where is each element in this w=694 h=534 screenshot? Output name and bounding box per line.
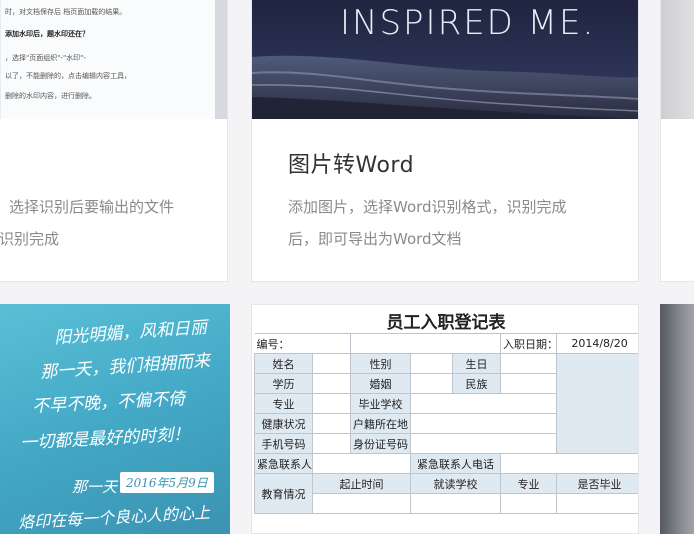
card-thumbnail-document: 时，对文档保存后 档页面加载的结果。 添加水印后，题水印还在？ ，选择"页面组织… xyxy=(0,0,227,119)
table-cell: 健康状况 xyxy=(254,413,313,434)
table-cell: 身份证号码 xyxy=(350,433,411,454)
table-cell: 教育情况 xyxy=(254,473,313,514)
form-title: 员工入职登记表 xyxy=(386,313,506,333)
doc-text-line: ，选择"页面组织"-"水印"- xyxy=(5,54,86,62)
card-registration-form[interactable]: 员工入职登记表 编号： 入职日期： 2014/8/20 姓名 性别 生日 学历 … xyxy=(251,304,639,534)
handwriting-bottom-line: 烙印在每一个良心人的心上 xyxy=(17,502,211,533)
document-sidebar xyxy=(215,0,227,119)
table-cell: 民族 xyxy=(451,373,502,394)
table-row: 紧急联系人 紧急联系人电话 xyxy=(254,453,638,474)
table-cell xyxy=(500,353,558,374)
table-row: 编号： 入职日期： 2014/8/20 xyxy=(254,333,638,354)
image-caption-text: INSPIRED ME. xyxy=(340,3,596,43)
table-cell: 户籍所在地 xyxy=(350,413,411,434)
handwriting-line: 阳光明媚，风和日丽 xyxy=(53,317,208,349)
table-cell: 生日 xyxy=(451,353,502,374)
table-cell xyxy=(312,373,351,394)
table-cell xyxy=(312,433,351,454)
card-description: 选择识别后要输出的文件 xyxy=(9,191,227,223)
table-cell: 学历 xyxy=(254,373,313,394)
table-cell: 专业 xyxy=(254,393,313,414)
table-cell: 专业 xyxy=(500,473,558,494)
table-cell: 编号： xyxy=(254,333,351,354)
table-cell xyxy=(312,453,411,474)
table-row: 教育情况 起止时间 就读学校 专业 是否毕业 xyxy=(254,473,638,514)
card-image-to-word[interactable]: INSPIRED ME. 图片转Word 添加图片，选择Word识别格式，识别完… xyxy=(251,0,639,282)
card-description: 识别完成 xyxy=(0,223,227,255)
table-cell: 是否毕业 xyxy=(556,473,638,494)
signature-prefix: 那一天 xyxy=(72,478,118,496)
card-title[interactable]: 图片转Word xyxy=(288,147,414,179)
table-cell xyxy=(349,333,502,354)
table-cell: 起止时间 xyxy=(312,473,411,494)
table-cell: 2014/8/20 xyxy=(556,333,638,354)
card-thumbnail-beach: INSPIRED ME. xyxy=(252,0,638,119)
table-cell xyxy=(409,393,558,414)
table-cell xyxy=(312,353,351,374)
table-cell: 手机号码 xyxy=(254,433,313,454)
table-cell xyxy=(312,413,351,434)
table-cell xyxy=(312,493,411,514)
doc-heading: 添加水印后，题水印还在？ xyxy=(5,30,89,38)
table-cell: 姓名 xyxy=(254,353,313,374)
doc-text-line: 删除的水印内容，进行删除。 xyxy=(5,92,96,100)
table-cell xyxy=(409,413,558,434)
doc-text-line: 时，对文档保存后 档页面加载的结果。 xyxy=(5,8,127,16)
card-left-bottom[interactable]: 阳光明媚，风和日丽 那一天，我们相拥而来 不早不晚，不偏不倚 一切都是最好的时刻… xyxy=(0,304,230,534)
card-right-top[interactable] xyxy=(660,0,694,282)
table-cell xyxy=(312,393,351,414)
document-page: 时，对文档保存后 档页面加载的结果。 添加水印后，题水印还在？ ，选择"页面组织… xyxy=(1,0,217,119)
table-cell xyxy=(500,373,558,394)
table-cell: 性别 xyxy=(350,353,411,374)
table-row: 姓名 性别 生日 xyxy=(254,353,638,454)
table-row xyxy=(255,493,638,514)
table-cell xyxy=(556,493,638,514)
card-description-line: 识别完成 xyxy=(0,230,60,248)
card-right-bottom[interactable] xyxy=(660,304,694,534)
table-cell xyxy=(500,493,558,514)
table-cell xyxy=(500,453,638,474)
table-cell xyxy=(410,373,453,394)
card-thumbnail-form: 员工入职登记表 编号： 入职日期： 2014/8/20 姓名 性别 生日 学历 … xyxy=(252,305,638,533)
photo-cell xyxy=(556,353,638,454)
doc-text-line: 以了，不能删除的，点击编辑内容工具， xyxy=(5,72,131,80)
signature-date-badge: 2016年5月9日 xyxy=(120,472,214,493)
registration-table: 编号： 入职日期： 2014/8/20 姓名 性别 生日 学历 婚姻 民族 专业… xyxy=(254,333,638,514)
card-description-line: 选择识别后要输出的文件 xyxy=(9,198,175,216)
table-cell: 就读学校 xyxy=(409,473,502,494)
card-thumbnail xyxy=(661,0,694,119)
table-cell: 毕业学校 xyxy=(350,393,411,414)
table-cell: 紧急联系人电话 xyxy=(409,453,502,474)
handwriting-line: 不早不晚，不偏不倚 xyxy=(31,389,186,417)
table-cell xyxy=(410,353,453,374)
table-cell: 紧急联系人 xyxy=(254,453,313,474)
card-description-line: 添加图片，选择Word识别格式，识别完成 xyxy=(288,198,567,216)
table-cell xyxy=(409,493,502,514)
handwriting-line: 那一天，我们相拥而来 xyxy=(39,351,211,383)
card-left-top[interactable]: 时，对文档保存后 档页面加载的结果。 添加水印后，题水印还在？ ，选择"页面组织… xyxy=(0,0,228,282)
card-description-line: 后，即可导出为Word文档 xyxy=(288,230,462,248)
table-cell: 婚姻 xyxy=(350,373,411,394)
handwriting-line: 一切都是最好的时刻！ xyxy=(19,424,191,454)
table-cell xyxy=(409,433,558,454)
table-cell: 入职日期： xyxy=(500,333,558,354)
card-thumbnail xyxy=(660,304,694,534)
card-thumbnail-handwriting: 阳光明媚，风和日丽 那一天，我们相拥而来 不早不晚，不偏不倚 一切都是最好的时刻… xyxy=(0,304,230,534)
